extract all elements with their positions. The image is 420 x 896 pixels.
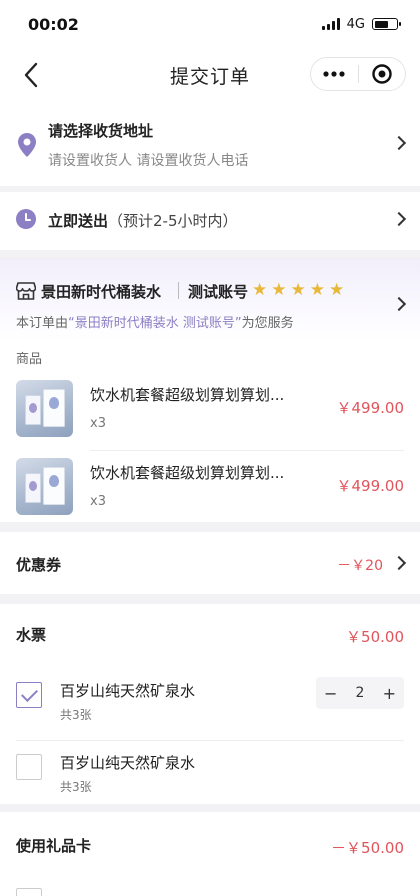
gift-card-checkbox[interactable] [16, 888, 42, 896]
ticket-count: 共3张 [60, 780, 92, 794]
product-quantity: x3 [90, 416, 106, 431]
chevron-right-icon [391, 211, 407, 227]
store-account: 测试账号 [188, 283, 249, 301]
store-icon [16, 282, 36, 300]
product-item[interactable]: 饮水机套餐超级划算划算划... x3 ￥499.00 [0, 380, 420, 458]
gift-card-section: 使用礼品卡 －￥50.00 [0, 812, 420, 896]
ticket-count: 共3张 [60, 708, 92, 722]
divider [16, 740, 404, 741]
star-icon: ★ [309, 280, 325, 300]
delivery-text: 立即送出（预计2-5小时内） [48, 210, 238, 231]
clock-icon [16, 209, 36, 229]
more-dots-icon [323, 71, 345, 77]
nav-bar: 提交订单 [0, 48, 420, 102]
star-icon: ★ [290, 280, 306, 300]
delivery-eta: （预计2-5小时内） [108, 212, 238, 230]
product-image [16, 458, 73, 515]
status-bar: 00:02 4G [0, 0, 420, 48]
battery-icon [372, 18, 401, 30]
divider [90, 450, 404, 451]
address-title: 请选择收货地址 [48, 122, 154, 140]
product-name: 饮水机套餐超级划算划算划... [90, 386, 285, 404]
delivery-title: 立即送出 [48, 212, 109, 230]
chevron-right-icon [391, 555, 407, 571]
status-indicators: 4G [321, 16, 401, 32]
back-button[interactable] [16, 60, 46, 90]
target-circle-icon [372, 64, 392, 84]
store-service-note: 本订单由“景田新时代桶装水 测试账号”为您服务 [16, 316, 294, 331]
store-name-divider [178, 282, 179, 299]
water-ticket-item: 百岁山纯天然矿泉水 共3张 − 2 + [0, 676, 420, 736]
ticket-name: 百岁山纯天然矿泉水 [60, 754, 196, 772]
location-pin-icon [18, 133, 36, 157]
store-header[interactable]: 景田新时代桶装水 测试账号 ★ ★ ★ ★ ★ 本订单由“景田新时代桶装水 测试… [0, 258, 420, 340]
delivery-time-selector[interactable]: 立即送出（预计2-5小时内） [0, 192, 420, 250]
more-button[interactable] [311, 58, 358, 90]
coupon-discount: －￥20 [337, 558, 383, 574]
decrement-button[interactable]: − [316, 684, 345, 703]
store-name: 景田新时代桶装水 [41, 283, 162, 301]
address-subtitle: 请设置收货人 请设置收货人电话 [48, 153, 249, 169]
gift-card-label: 使用礼品卡 [16, 837, 92, 855]
product-name: 饮水机套餐超级划算划算划... [90, 464, 285, 482]
store-note-highlight: “景田新时代桶装水 测试账号” [68, 316, 242, 331]
page-title: 提交订单 [169, 65, 250, 88]
quantity-stepper: − 2 + [316, 677, 404, 709]
network-type: 4G [346, 16, 365, 32]
chevron-right-icon [391, 135, 407, 151]
product-price: ￥499.00 [336, 399, 405, 417]
signal-icon [321, 18, 340, 30]
water-ticket-section: 水票 ￥50.00 百岁山纯天然矿泉水 共3张 − 2 + 百岁山纯天然矿泉水 … [0, 604, 420, 804]
status-time: 00:02 [28, 14, 79, 34]
chevron-right-icon [391, 296, 407, 312]
back-arrow-icon [24, 62, 38, 88]
star-icon: ★ [329, 280, 345, 300]
product-image [16, 380, 73, 437]
coupon-row[interactable]: 优惠券 －￥20 [0, 532, 420, 594]
address-selector[interactable]: 请选择收货地址 请设置收货人 请设置收货人电话 [0, 102, 420, 186]
product-price: ￥499.00 [336, 477, 405, 495]
close-miniprogram-button[interactable] [358, 58, 405, 90]
ticket-checkbox[interactable] [16, 754, 42, 780]
product-quantity: x3 [90, 494, 106, 509]
coupon-label: 优惠券 [16, 556, 62, 574]
water-ticket-item: 百岁山纯天然矿泉水 共3张 [0, 748, 420, 808]
product-item[interactable]: 饮水机套餐超级划算划算划... x3 ￥499.00 [0, 458, 420, 536]
miniprogram-capsule [310, 57, 406, 91]
gift-card-discount: －￥50.00 [331, 839, 404, 857]
goods-section-label: 商品 [16, 352, 43, 367]
star-icon: ★ [252, 280, 268, 300]
store-rating: ★ ★ ★ ★ ★ [252, 280, 344, 300]
water-ticket-total: ￥50.00 [346, 628, 404, 646]
increment-button[interactable]: + [375, 684, 404, 703]
ticket-checkbox[interactable] [16, 682, 42, 708]
ticket-name: 百岁山纯天然矿泉水 [60, 682, 196, 700]
star-icon: ★ [271, 280, 287, 300]
quantity-value[interactable]: 2 [345, 685, 374, 701]
water-ticket-label: 水票 [16, 626, 47, 644]
store-order-card: 景田新时代桶装水 测试账号 ★ ★ ★ ★ ★ 本订单由“景田新时代桶装水 测试… [0, 258, 420, 522]
